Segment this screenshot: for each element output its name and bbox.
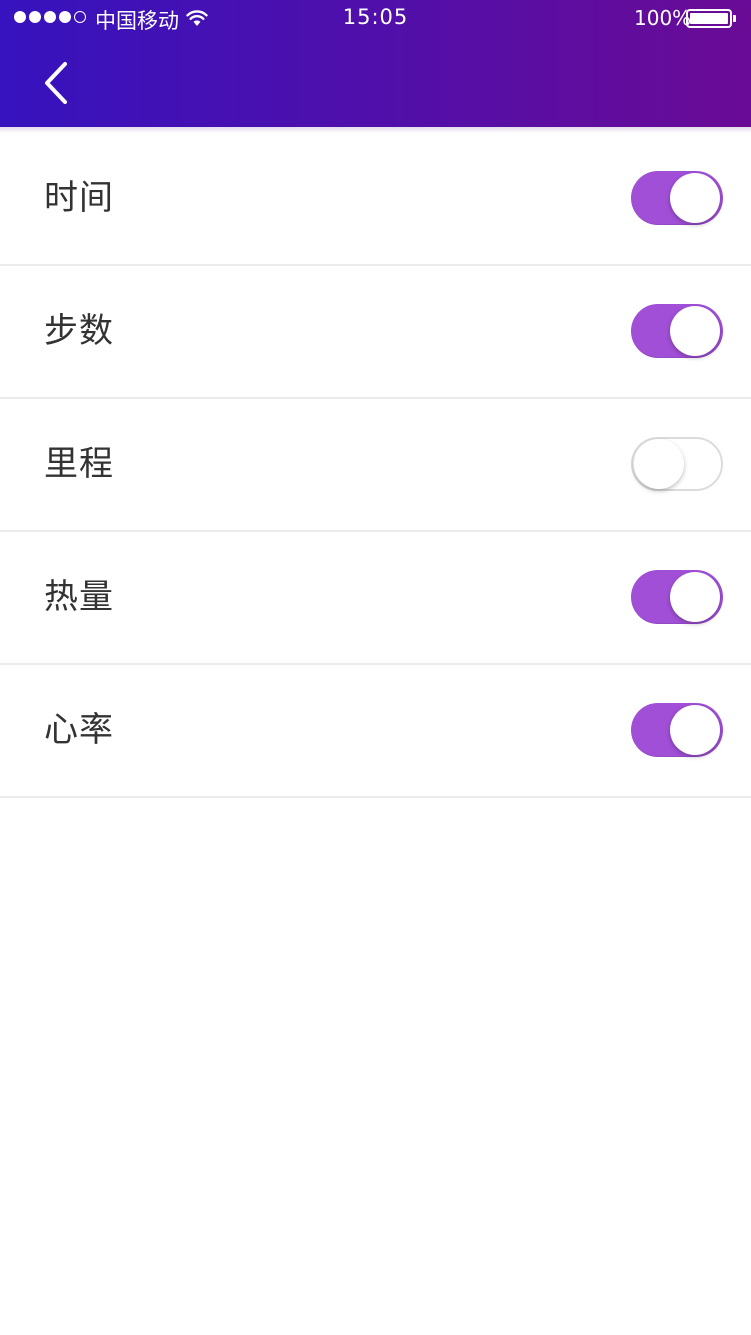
- settings-row-label: 里程: [44, 444, 114, 484]
- battery-cap: [733, 15, 736, 22]
- toggle-knob: [670, 572, 720, 622]
- toggle-knob: [670, 705, 720, 755]
- settings-row-label: 热量: [44, 577, 114, 617]
- settings-row-label: 步数: [44, 311, 114, 351]
- settings-row: 心率: [0, 665, 751, 798]
- settings-row-label: 心率: [44, 710, 114, 750]
- toggle-knob: [634, 439, 684, 489]
- settings-row: 里程: [0, 399, 751, 532]
- battery-fill: [690, 13, 728, 24]
- settings-toggle[interactable]: [631, 171, 723, 225]
- toggle-knob: [670, 306, 720, 356]
- settings-row: 时间: [0, 133, 751, 266]
- settings-row: 热量: [0, 532, 751, 665]
- settings-row-label: 时间: [44, 178, 114, 218]
- status-bar: 中国移动 15:05 100%: [0, 0, 751, 38]
- settings-row: 步数: [0, 266, 751, 399]
- settings-toggle[interactable]: [631, 304, 723, 358]
- settings-toggle[interactable]: [631, 570, 723, 624]
- settings-toggle[interactable]: [631, 703, 723, 757]
- settings-list: 时间步数里程热量心率: [0, 133, 751, 798]
- battery-icon: [686, 9, 732, 28]
- back-button[interactable]: [30, 58, 80, 108]
- battery-percentage: 100%: [634, 6, 692, 30]
- toggle-knob: [670, 173, 720, 223]
- settings-toggle[interactable]: [631, 437, 723, 491]
- chevron-left-icon: [45, 62, 67, 104]
